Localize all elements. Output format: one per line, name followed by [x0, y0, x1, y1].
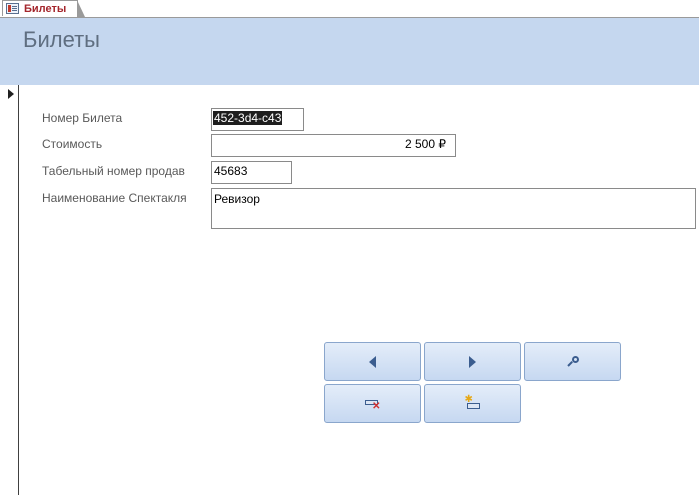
ticket-number-label: Номер Билета: [42, 111, 123, 125]
price-label: Стоимость: [42, 137, 103, 151]
new-record-icon: ✱: [465, 394, 481, 410]
current-record-arrow-icon: [8, 89, 14, 99]
ticket-number-value: 452-3d4-c43: [213, 111, 283, 125]
triangle-left-icon: [369, 355, 376, 368]
previous-record-button[interactable]: [324, 342, 421, 381]
document-tab-tickets[interactable]: Билеты: [2, 0, 85, 17]
tab-label: Билеты: [24, 2, 67, 15]
document-tab-strip: Билеты: [0, 0, 699, 18]
performance-label: Наименование Спектакля: [42, 191, 187, 205]
performance-field[interactable]: Ревизор: [211, 188, 696, 229]
magnifier-icon: [566, 355, 579, 368]
ticket-number-field[interactable]: 452-3d4-c43: [211, 108, 304, 131]
record-selector[interactable]: [0, 85, 19, 495]
price-field[interactable]: 2 500 ₽: [211, 134, 456, 157]
form-title: Билеты: [23, 27, 100, 52]
delete-record-button[interactable]: ✕: [324, 384, 421, 423]
find-record-button[interactable]: [524, 342, 621, 381]
new-record-button[interactable]: ✱: [424, 384, 521, 423]
next-record-button[interactable]: [424, 342, 521, 381]
seller-id-label: Табельный номер продав: [42, 164, 185, 178]
seller-id-field[interactable]: 45683: [211, 161, 292, 184]
form-header: Билеты: [0, 18, 699, 85]
triangle-right-icon: [469, 355, 476, 368]
delete-record-icon: ✕: [364, 398, 381, 411]
form-icon: [6, 3, 19, 14]
